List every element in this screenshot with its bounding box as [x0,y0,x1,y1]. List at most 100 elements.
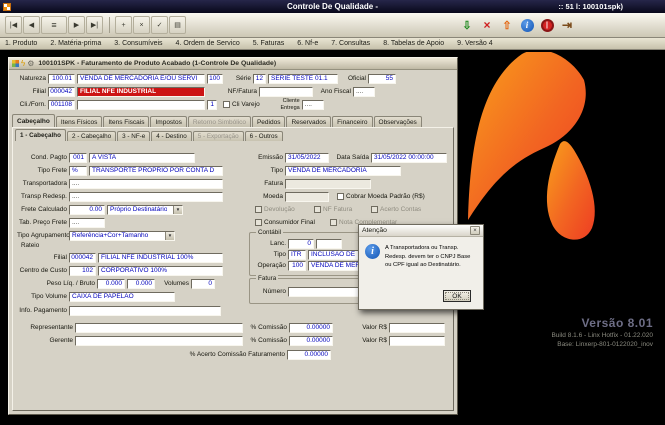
subtab-1-cabecalho[interactable]: 1 - Cabeçalho [15,129,66,141]
menu-item-faturas[interactable]: 5. Faturas [253,40,285,47]
menu-item-consultas[interactable]: 7. Consultas [331,40,370,47]
menu-item-ordem-de-servico[interactable]: 4. Ordem de Servico [176,40,240,47]
nota-complementar-checkbox[interactable] [330,219,337,226]
tipo-field[interactable]: VENDA DE MERCADORIA [285,166,401,176]
tab-cabecalho[interactable]: Cabeçalho [12,114,55,127]
natureza-desc-field[interactable]: VENDA DE MERCADORIA E/OU SERVI [77,74,205,84]
moeda-field[interactable] [285,192,329,202]
nf-fatura-checkbox[interactable] [314,206,321,213]
comissao-1-field[interactable]: 0.00000 [289,323,333,333]
print-button[interactable]: ▤ [169,16,186,34]
menu-item-consumiveis[interactable]: 3. Consumíveis [114,40,162,47]
peso-bruto-field[interactable]: 0.000 [127,279,155,289]
dropdown-arrow-icon[interactable]: ▼ [165,232,174,240]
centro-custo-desc-field[interactable]: CORPORATIVO 100% [98,266,223,276]
devolucao-checkbox[interactable] [255,206,262,213]
centro-custo-code-field[interactable]: 102 [69,266,96,276]
rateio-filial-code-field[interactable]: 000042 [69,253,96,263]
nav-last-button[interactable]: ▶| [86,16,103,34]
rateio-filial-desc-field[interactable]: FILIAL NFE INDUSTRIAL 100% [98,253,223,263]
filial-code-field[interactable]: 000042 [48,87,75,97]
dialog-titlebar[interactable]: Atenção × [359,225,483,237]
cli-forn-desc-field[interactable] [77,100,205,110]
info-button[interactable]: i [518,16,536,34]
subtab-3-nfe[interactable]: 3 - NF-e [117,131,150,141]
serie-desc-field[interactable]: SERIE TESTE 01.1 [268,74,338,84]
dialog-close-button[interactable]: × [470,226,480,235]
cobrar-moeda-checkbox[interactable] [337,193,344,200]
filial-desc-field[interactable]: FILIAL NFE INDUSTRIAL [77,87,205,97]
representante-field[interactable] [75,323,243,333]
consumidor-final-checkbox[interactable] [255,219,262,226]
natureza-num-field[interactable]: 100 [207,74,223,84]
nf-fatura-field[interactable] [259,87,313,97]
tipo-volume-field[interactable]: CAIXA DE PAPELAO [69,292,175,302]
ano-fiscal-field[interactable]: .... [353,87,375,97]
tab-reservados[interactable]: Reservados [286,116,331,127]
power-button[interactable]: | [538,16,556,34]
nav-next-button[interactable]: ▶ [68,16,85,34]
subtab-6-outros[interactable]: 6 - Outros [245,131,283,141]
tab-itens-fiscais[interactable]: Itens Fiscais [103,116,149,127]
natureza-code-field[interactable]: 100.01 [48,74,75,84]
tipo-frete-desc-field[interactable]: TRANSPORTE PRÓPRIO POR CONTA D [89,166,223,176]
tab-retorno-simbolico[interactable]: Retorno Simbólico [188,116,251,127]
contabil-tipo-code-field[interactable]: ITR [288,250,306,260]
menu-item-tabelas-de-apoio[interactable]: 8. Tabelas de Apoio [383,40,444,47]
menu-item-nfe[interactable]: 6. Nf-e [297,40,318,47]
subtab-4-destino[interactable]: 4 - Destino [151,131,191,141]
export-button[interactable]: ⇧ [498,16,516,34]
frete-calculado-field[interactable]: 0.00 [69,205,105,215]
add-record-button[interactable]: + [115,16,132,34]
acerto-contas-checkbox[interactable] [371,206,378,213]
exit-button[interactable]: ⇥ [558,16,576,34]
volumes-field[interactable]: 0 [191,279,215,289]
dialog-ok-button[interactable]: OK [443,290,471,302]
confirm-edit-button[interactable]: ✓ [151,16,168,34]
emissao-field[interactable]: 31/05/2022 [285,153,329,163]
subtab-5-exportacao[interactable]: 5 - Exportação [193,131,244,141]
acerto-comissao-field[interactable]: 0.00000 [287,350,331,360]
menu-item-versao-4[interactable]: 9. Versão 4 [457,40,492,47]
tab-preco-frete-field[interactable]: .... [69,218,105,228]
cond-pagto-desc-field[interactable]: A VISTA [89,153,195,163]
nav-prev-button[interactable]: ◀ [23,16,40,34]
nav-first-button[interactable]: |◀ [5,16,22,34]
tab-itens-fisicos[interactable]: Itens Físicos [56,116,102,127]
data-saida-field[interactable]: 31/05/2022 00:00:00 [371,153,447,163]
tab-financeiro[interactable]: Financeiro [332,116,372,127]
cli-forn-num-field[interactable]: 1 [207,100,217,110]
operacao-code-field[interactable]: 100 [288,261,306,271]
menu-item-materia-prima[interactable]: 2. Matéria-prima [50,40,101,47]
faturamento-window-titlebar[interactable]: ϟ ⚙ 100101SPK - Faturamento de Produto A… [9,58,457,70]
record-list-button[interactable]: ≡ [41,16,67,34]
subtab-2-cabecalho[interactable]: 2 - Cabeçalho [67,131,116,141]
lanc-field-2[interactable] [316,239,342,249]
cancel-edit-button[interactable]: × [133,16,150,34]
tipo-frete-code-field[interactable]: % [69,166,87,176]
valor-1-field[interactable] [389,323,445,333]
transp-redesp-field[interactable]: .... [69,192,223,202]
peso-liq-field[interactable]: 0.000 [97,279,125,289]
tipo-agrupamento-dropdown[interactable]: Referência+Cor+Tamanho ▼ [69,231,175,241]
info-pagamento-field[interactable] [69,306,221,316]
cond-pagto-code-field[interactable]: 001 [69,153,87,163]
cli-varejo-checkbox[interactable] [223,101,230,108]
fatura-field[interactable] [285,179,371,189]
transportadora-field[interactable]: .... [69,179,223,189]
tab-impostos[interactable]: Impostos [150,116,186,127]
oficial-field[interactable]: 55 [368,74,396,84]
gerente-field[interactable] [75,336,243,346]
menu-item-produto[interactable]: 1. Produto [5,40,37,47]
cli-forn-code-field[interactable]: 001108 [48,100,75,110]
tab-pedidos[interactable]: Pedidos [252,116,286,127]
import-button[interactable]: ⇩ [458,16,476,34]
tab-observacoes[interactable]: Observações [374,116,422,127]
serie-code-field[interactable]: 12 [253,74,266,84]
valor-2-field[interactable] [389,336,445,346]
dropdown-arrow-icon[interactable]: ▼ [173,206,182,214]
frete-tipo-dropdown[interactable]: Próprio Destinatário ▼ [107,205,183,215]
lanc-field[interactable]: 0 [288,239,314,249]
discard-button[interactable]: × [478,16,496,34]
cliente-entrega-field[interactable]: .... [302,100,324,110]
